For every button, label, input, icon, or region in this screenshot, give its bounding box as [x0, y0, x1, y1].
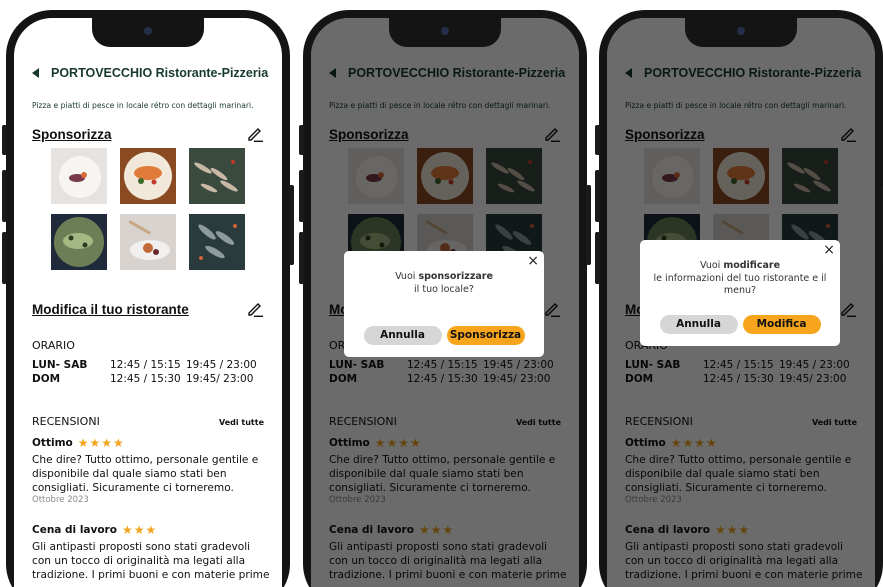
- phone-screen-1: PORTOVECCHIO Ristorante-Pizzeria Pizza e…: [2, 10, 294, 587]
- hours-label: ORARIO: [32, 339, 75, 352]
- sponsor-button[interactable]: Sponsorizza: [446, 326, 525, 345]
- notch: [92, 18, 204, 47]
- review-title: Ottimo: [32, 437, 73, 449]
- sponsor-dialog: × Vuoi sponsorizzare il tuo locale? Annu…: [344, 251, 544, 357]
- close-icon[interactable]: ×: [823, 242, 835, 258]
- dialog-buttons: Annulla Sponsorizza: [344, 326, 544, 345]
- dialog-message-post: il tuo locale?: [414, 283, 474, 295]
- side-button: [595, 170, 600, 222]
- review-item: Cena di lavoro ★★★ Gli antipasti proposti…: [32, 523, 272, 582]
- side-button: [2, 125, 7, 155]
- dialog-message-pre: Vuoi: [699, 260, 724, 271]
- side-button: [289, 185, 294, 265]
- side-button: [299, 170, 304, 222]
- back-arrow-icon[interactable]: [32, 68, 39, 78]
- restaurant-page: PORTOVECCHIO Ristorante-Pizzeria Pizza e…: [607, 18, 875, 587]
- camera-icon: [144, 27, 152, 35]
- side-button: [2, 232, 7, 284]
- notch: [685, 18, 797, 47]
- star-rating: ★★★: [121, 523, 158, 537]
- pencil-icon[interactable]: [246, 125, 264, 143]
- reviews-header: RECENSIONI Vedi tutte: [32, 415, 264, 428]
- side-button: [2, 170, 7, 222]
- review-title: Cena di lavoro: [32, 524, 117, 536]
- lunch-hours: 12:45 / 15:15: [110, 359, 181, 371]
- photo-gallery: [51, 148, 247, 270]
- dialog-message-bold: modificare: [723, 260, 781, 271]
- pencil-icon[interactable]: [246, 300, 264, 318]
- cancel-button[interactable]: Annulla: [363, 326, 442, 345]
- restaurant-page: PORTOVECCHIO Ristorante-Pizzeria Pizza e…: [14, 18, 282, 587]
- edit-section-header: Modifica il tuo ristorante: [32, 300, 264, 318]
- page-title: PORTOVECCHIO Ristorante-Pizzeria: [51, 66, 269, 80]
- hours-row: DOM 12:45 / 15:30 19:45/ 23:00: [32, 372, 257, 386]
- dialog-buttons: Annulla Modifica: [640, 315, 840, 334]
- header: PORTOVECCHIO Ristorante-Pizzeria: [14, 56, 282, 90]
- reviews-label: RECENSIONI: [32, 415, 100, 428]
- review-item: Ottimo ★★★★ Che dire? Tutto ottimo, perso…: [32, 436, 272, 505]
- dialog-message-pre: Vuoi: [395, 271, 419, 282]
- edit-button[interactable]: Modifica: [742, 315, 821, 334]
- dialog-message-bold: sponsorizzare: [418, 271, 493, 282]
- notch: [389, 18, 501, 47]
- dinner-hours: 19:45 / 23:00: [186, 359, 257, 371]
- dialog-message: Vuoi sponsorizzare il tuo locale?: [354, 271, 534, 296]
- dinner-hours: 19:45/ 23:00: [186, 373, 254, 385]
- dish-photo[interactable]: [120, 148, 176, 204]
- edit-restaurant-link[interactable]: Modifica il tuo ristorante: [32, 302, 189, 317]
- sponsor-link[interactable]: Sponsorizza: [32, 127, 112, 142]
- restaurant-page: PORTOVECCHIO Ristorante-Pizzeria Pizza e…: [311, 18, 579, 587]
- cancel-button[interactable]: Annulla: [659, 315, 738, 334]
- side-button: [595, 232, 600, 284]
- camera-icon: [441, 27, 449, 35]
- lunch-hours: 12:45 / 15:30: [110, 373, 181, 385]
- close-icon[interactable]: ×: [527, 253, 539, 269]
- dish-photo[interactable]: [51, 214, 107, 270]
- dialog-message-post: le informazioni del tuo ristorante e il …: [653, 272, 827, 297]
- dish-photo[interactable]: [51, 148, 107, 204]
- edit-dialog: × Vuoi modificare le informazioni del tu…: [640, 240, 840, 346]
- restaurant-description: Pizza e piatti di pesce in locale rétro …: [32, 101, 254, 110]
- side-button: [299, 232, 304, 284]
- side-button: [595, 125, 600, 155]
- review-date: Ottobre 2023: [32, 495, 89, 505]
- dish-photo[interactable]: [120, 214, 176, 270]
- see-all-link[interactable]: Vedi tutte: [219, 418, 264, 427]
- hours-row: LUN- SAB 12:45 / 15:15 19:45 / 23:00: [32, 358, 257, 372]
- dish-photo[interactable]: [189, 148, 245, 204]
- star-rating: ★★★★: [77, 436, 125, 450]
- side-button: [586, 185, 591, 265]
- hours-table: LUN- SAB 12:45 / 15:15 19:45 / 23:00 DOM…: [32, 358, 257, 386]
- phone-screen-3: PORTOVECCHIO Ristorante-Pizzeria Pizza e…: [595, 10, 883, 587]
- review-text: Gli antipasti proposti sono stati gradev…: [32, 541, 270, 581]
- camera-icon: [737, 27, 745, 35]
- day: LUN- SAB: [32, 359, 88, 371]
- dish-photo[interactable]: [189, 214, 245, 270]
- day: DOM: [32, 373, 61, 385]
- review-text: Che dire? Tutto ottimo, personale gentil…: [32, 454, 259, 494]
- sponsor-section-header: Sponsorizza: [32, 125, 264, 143]
- side-button: [299, 125, 304, 155]
- dialog-message: Vuoi modificare le informazioni del tuo …: [650, 260, 830, 298]
- phone-screen-2: PORTOVECCHIO Ristorante-Pizzeria Pizza e…: [299, 10, 591, 587]
